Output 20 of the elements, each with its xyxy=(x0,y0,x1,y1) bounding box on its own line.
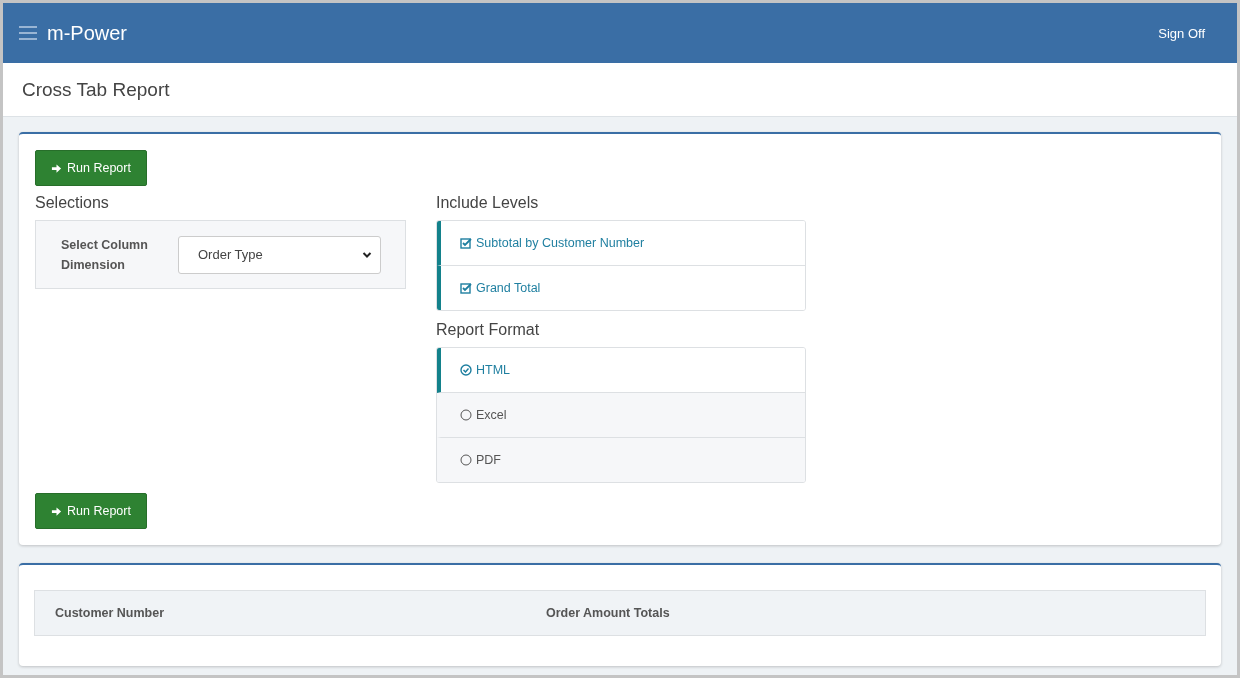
menu-icon[interactable] xyxy=(19,26,37,40)
run-report-button[interactable]: Run Report xyxy=(35,150,147,186)
section-heading: Include Levels xyxy=(436,194,540,212)
column-header: Order Amount Totals xyxy=(545,606,671,620)
app-title: m-Power xyxy=(47,21,127,45)
field-label: Select Column Dimension xyxy=(61,236,149,274)
format-option[interactable]: HTML xyxy=(437,348,805,393)
arrow-right-icon xyxy=(51,162,62,174)
arrow-right-icon xyxy=(51,505,62,517)
page-title: Cross Tab Report xyxy=(22,78,170,101)
level-option[interactable]: Subtotal by Customer Number xyxy=(437,221,805,266)
format-option[interactable]: PDF xyxy=(437,438,805,482)
run-report-button[interactable]: Run Report xyxy=(35,493,147,529)
column-header: Customer Number xyxy=(54,606,166,620)
column-dimension-dropdown[interactable]: Order Type xyxy=(178,235,381,274)
section-heading: Selections xyxy=(35,194,110,212)
format-option[interactable]: Excel xyxy=(437,393,805,438)
sign-off-link[interactable]: Sign Off xyxy=(1158,25,1221,41)
level-option[interactable]: Grand Total xyxy=(437,266,805,310)
section-heading: Report Format xyxy=(436,321,541,339)
